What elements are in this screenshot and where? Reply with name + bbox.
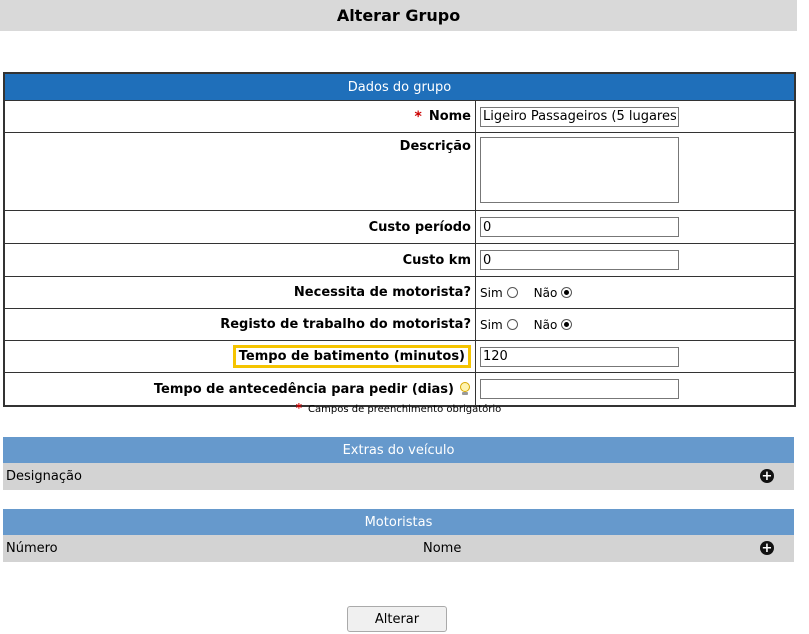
- registo-trabalho-sim-radio[interactable]: [506, 319, 518, 330]
- registo-trabalho-nao-radio[interactable]: [561, 319, 573, 330]
- alterar-button[interactable]: Alterar: [347, 606, 447, 632]
- necessita-motorista-sim-radio[interactable]: [506, 287, 518, 298]
- required-marker: *: [295, 401, 303, 415]
- nome-label: Nome: [428, 109, 471, 124]
- required-note-text: Campos de preenchimento obrigatório: [308, 404, 502, 415]
- numero-column-header: Número: [6, 541, 58, 556]
- descricao-label: Descrição: [399, 139, 471, 154]
- row-registo-trabalho: Registo de trabalho do motorista? Sim Nã…: [5, 308, 794, 340]
- custo-periodo-input[interactable]: [480, 217, 679, 237]
- custo-km-label: Custo km: [402, 252, 471, 268]
- tempo-batimento-input[interactable]: [480, 346, 679, 367]
- descricao-textarea[interactable]: [480, 137, 679, 203]
- add-motorista-plus-icon[interactable]: +: [760, 541, 774, 555]
- necessita-motorista-radio-group: Sim Não: [480, 286, 588, 300]
- extras-header: Extras do veículo: [3, 437, 794, 463]
- tempo-antecedencia-input[interactable]: [480, 379, 679, 399]
- designacao-column-header: Designação: [6, 469, 82, 484]
- row-custo-km: Custo km: [5, 243, 794, 276]
- necessita-motorista-label: Necessita de motorista?: [293, 285, 471, 300]
- sim-label: Sim: [480, 317, 503, 332]
- lightbulb-icon[interactable]: [459, 382, 471, 396]
- page-title: Alterar Grupo: [0, 0, 797, 31]
- required-marker: *: [414, 108, 422, 125]
- tempo-batimento-label: Tempo de batimento (minutos): [232, 345, 471, 368]
- row-nome: * Nome: [5, 100, 794, 132]
- nao-label: Não: [533, 317, 558, 332]
- registo-trabalho-label: Registo de trabalho do motorista?: [220, 317, 471, 332]
- extras-columns: Designação +: [3, 463, 794, 490]
- sim-label: Sim: [480, 285, 503, 300]
- add-extra-plus-icon[interactable]: +: [760, 469, 774, 483]
- row-necessita-motorista: Necessita de motorista? Sim Não: [5, 276, 794, 308]
- row-tempo-batimento: Tempo de batimento (minutos): [5, 340, 794, 372]
- tempo-antecedencia-label: Tempo de antecedência para pedir (dias): [153, 381, 454, 397]
- nome-input[interactable]: [480, 106, 679, 127]
- motoristas-header: Motoristas: [3, 509, 794, 535]
- nome-column-header: Nome: [423, 541, 462, 556]
- row-descricao: Descrição: [5, 132, 794, 210]
- necessita-motorista-nao-radio[interactable]: [561, 287, 573, 298]
- nao-label: Não: [533, 285, 558, 300]
- custo-km-input[interactable]: [480, 250, 679, 270]
- motoristas-columns: Número Nome +: [3, 535, 794, 562]
- required-note: * Campos de preenchimento obrigatório: [0, 401, 797, 415]
- group-form: Dados do grupo * Nome Descrição Custo pe…: [3, 72, 796, 407]
- registo-trabalho-radio-group: Sim Não: [480, 318, 588, 332]
- form-header: Dados do grupo: [5, 74, 794, 100]
- custo-periodo-label: Custo período: [368, 219, 471, 235]
- row-custo-periodo: Custo período: [5, 210, 794, 243]
